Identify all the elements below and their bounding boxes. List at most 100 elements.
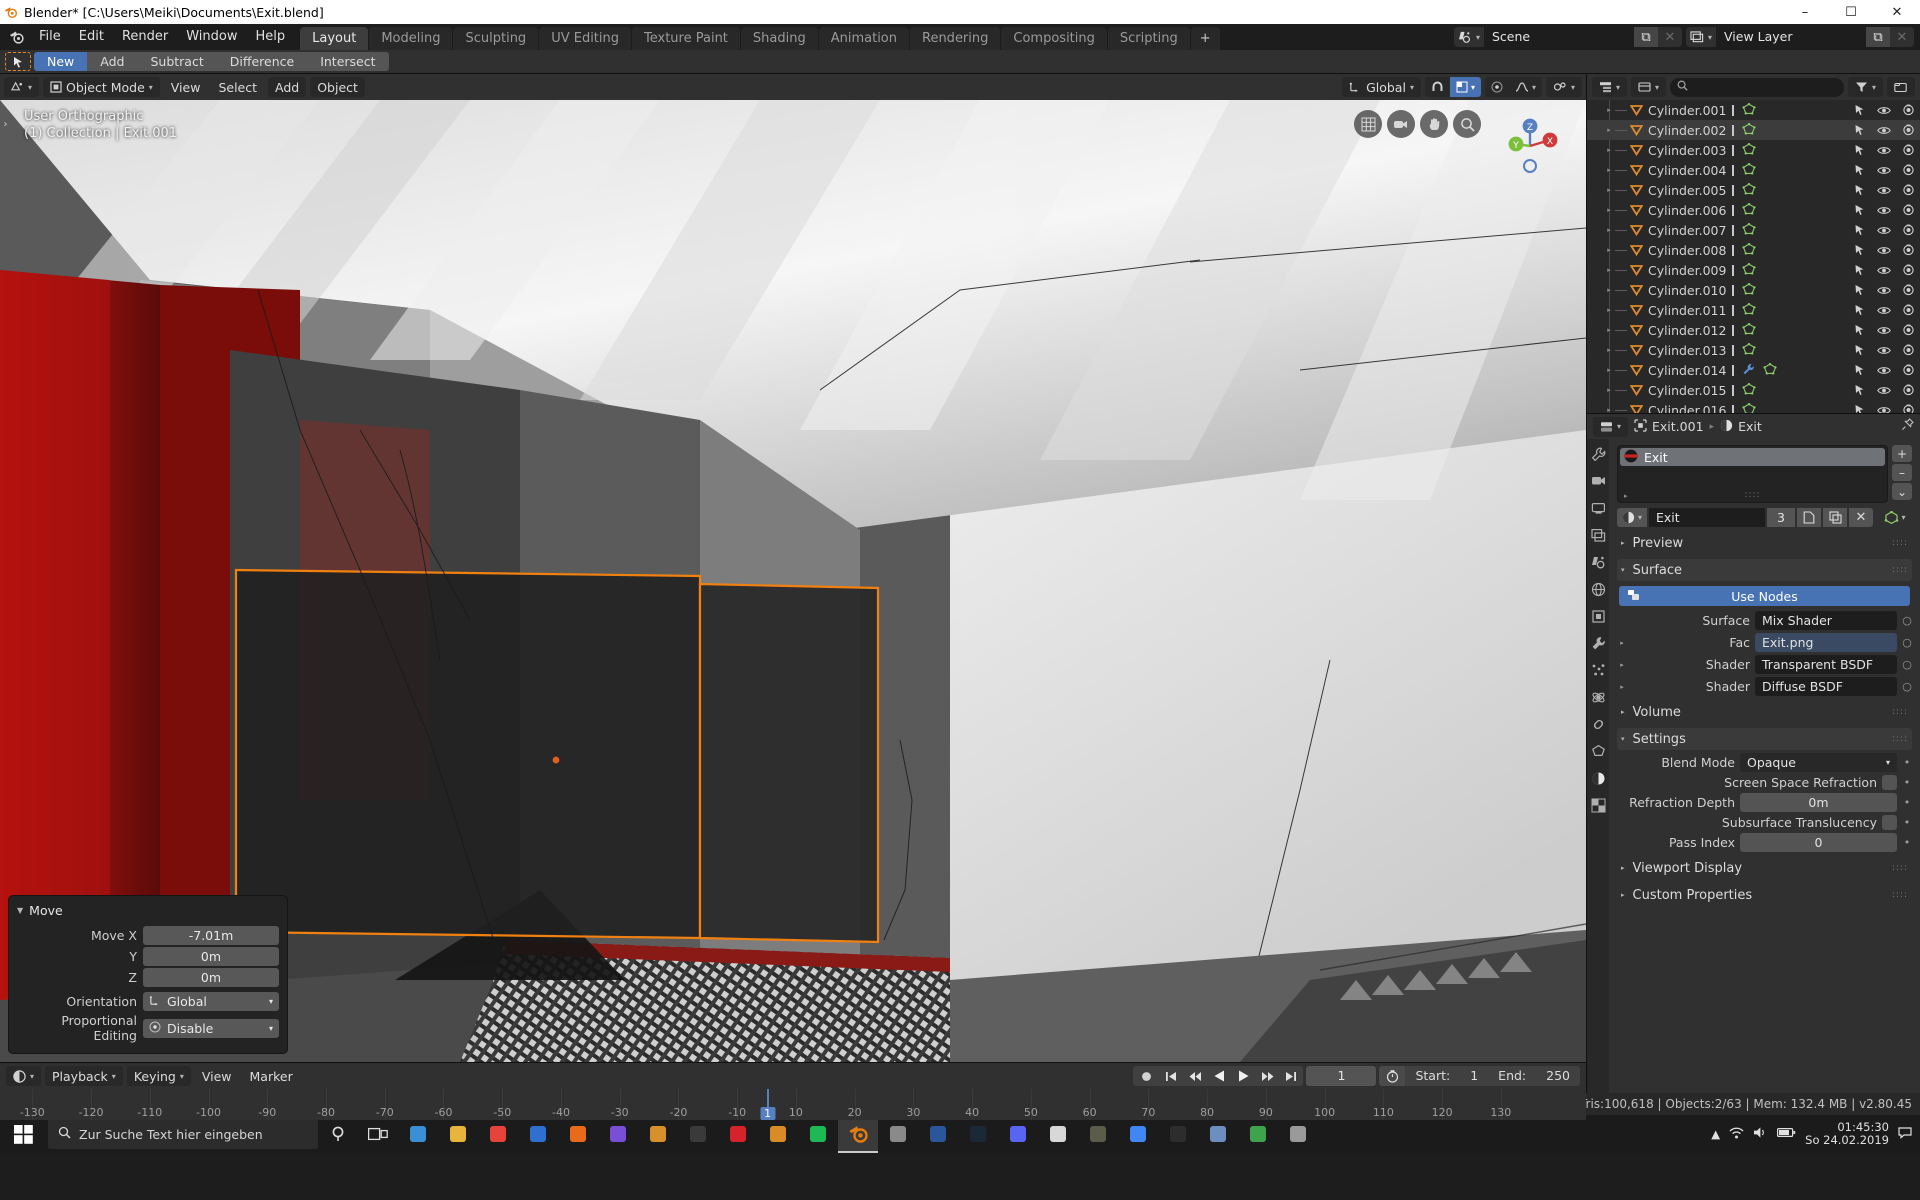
spotify-icon[interactable] bbox=[798, 1115, 838, 1153]
camera-render-icon[interactable] bbox=[1896, 404, 1920, 413]
refraction-depth-animate-dot[interactable]: • bbox=[1902, 796, 1912, 809]
eye-icon[interactable] bbox=[1872, 205, 1896, 216]
tool-icon[interactable] bbox=[1589, 445, 1607, 463]
auto-keyframe-icon[interactable] bbox=[1379, 1066, 1406, 1086]
start-frame-value[interactable]: 1 bbox=[1460, 1066, 1488, 1086]
outliner-search-input[interactable] bbox=[1670, 77, 1844, 97]
proportional-edit-icon[interactable] bbox=[1485, 77, 1509, 97]
select-arrow-icon[interactable] bbox=[1848, 404, 1872, 413]
properties-editor-icon[interactable]: ▾ bbox=[1593, 416, 1629, 437]
scene-unlink-button[interactable]: ✕ bbox=[1658, 27, 1682, 47]
eye-icon[interactable] bbox=[1872, 325, 1896, 336]
add-material-slot-button[interactable]: + bbox=[1892, 445, 1912, 462]
photos-icon[interactable] bbox=[638, 1115, 678, 1153]
close-button[interactable]: ✕ bbox=[1874, 0, 1920, 24]
editor-type-3dview-icon[interactable]: ▾ bbox=[4, 77, 40, 97]
viewlayer-name-field[interactable]: View Layer bbox=[1716, 27, 1866, 47]
section-settings[interactable]: ▾ Settings :::: bbox=[1617, 728, 1912, 750]
object-mode-selector[interactable]: Object Mode ▾ bbox=[43, 77, 160, 97]
expand-icon[interactable]: ▸ bbox=[1603, 346, 1615, 354]
eye-icon[interactable] bbox=[1872, 165, 1896, 176]
camera-render-icon[interactable] bbox=[1896, 344, 1920, 356]
pass-index-field[interactable]: 0 bbox=[1740, 833, 1897, 852]
outliner-row[interactable]: ▸ Cylinder.003 bbox=[1587, 140, 1920, 160]
timeline-menu-marker[interactable]: Marker bbox=[243, 1066, 300, 1086]
shader1-row-expand[interactable]: ▸ bbox=[1617, 661, 1627, 669]
eye-icon[interactable] bbox=[1872, 285, 1896, 296]
camera-render-icon[interactable] bbox=[1896, 124, 1920, 136]
smooth-falloff-icon[interactable]: ▾ bbox=[1509, 77, 1542, 97]
editor-icon[interactable] bbox=[1198, 1115, 1238, 1153]
blender-menu-logo-icon[interactable] bbox=[4, 29, 30, 45]
render-icon[interactable] bbox=[1589, 472, 1607, 490]
select-arrow-icon[interactable] bbox=[1848, 264, 1872, 276]
outliner-row[interactable]: ▸ Cylinder.014 bbox=[1587, 360, 1920, 380]
cursor-select-icon[interactable] bbox=[5, 52, 31, 71]
camera-render-icon[interactable] bbox=[1896, 284, 1920, 296]
remove-material-slot-button[interactable]: – bbox=[1892, 464, 1912, 481]
shader2-animate-dot[interactable]: ○ bbox=[1902, 680, 1912, 693]
menu-help[interactable]: Help bbox=[247, 26, 295, 48]
arrow-up-icon[interactable]: ▲ bbox=[1711, 1127, 1720, 1141]
battery-icon[interactable] bbox=[1777, 1127, 1796, 1141]
fac-value[interactable]: Exit.png bbox=[1755, 633, 1897, 652]
new-material-icon[interactable] bbox=[1797, 508, 1821, 527]
mesh-data-icon[interactable] bbox=[1742, 342, 1757, 358]
eye-icon[interactable] bbox=[1872, 385, 1896, 396]
outliner-row[interactable]: ▸ Cylinder.012 bbox=[1587, 320, 1920, 340]
move-y-field[interactable]: 0m bbox=[143, 947, 279, 966]
section-volume[interactable]: ▸ Volume :::: bbox=[1617, 701, 1912, 723]
scene-icon[interactable] bbox=[1589, 553, 1607, 571]
record-icon[interactable] bbox=[1133, 1071, 1159, 1082]
use-nodes-button[interactable]: Use Nodes bbox=[1619, 586, 1910, 606]
section-custom-properties[interactable]: ▸ Custom Properties :::: bbox=[1617, 884, 1912, 906]
csg-subtract-button[interactable]: Subtract bbox=[137, 52, 217, 71]
viewport-menu-add[interactable]: Add bbox=[268, 77, 307, 97]
slot-expand-icon[interactable]: ▸ bbox=[1624, 492, 1628, 500]
windows-start-icon[interactable] bbox=[0, 1115, 46, 1153]
fac-row-expand[interactable]: ▸ bbox=[1617, 639, 1627, 647]
section-preview[interactable]: ▸ Preview :::: bbox=[1617, 532, 1912, 554]
workspace-tab-shading[interactable]: Shading bbox=[740, 27, 818, 50]
shader2-value[interactable]: Diffuse BSDF bbox=[1755, 677, 1897, 696]
magnet-icon[interactable] bbox=[1425, 77, 1450, 97]
play-icon[interactable] bbox=[1231, 1070, 1255, 1082]
select-arrow-icon[interactable] bbox=[1848, 384, 1872, 396]
breadcrumb-object[interactable]: Exit.001 bbox=[1634, 418, 1704, 435]
gimp-icon[interactable] bbox=[1078, 1115, 1118, 1153]
modifier-icon[interactable] bbox=[1589, 634, 1607, 652]
scene-selector[interactable]: ▾ Scene ⧉ ✕ bbox=[1454, 27, 1682, 47]
current-frame-field[interactable]: 1 bbox=[1306, 1066, 1377, 1086]
eye-icon[interactable] bbox=[1872, 365, 1896, 376]
mesh-data-icon[interactable] bbox=[1742, 322, 1757, 338]
menu-render[interactable]: Render bbox=[113, 26, 177, 48]
navigation-gizmo[interactable]: Z X Y bbox=[1494, 110, 1566, 186]
workspace-tab-uv-editing[interactable]: UV Editing bbox=[539, 27, 632, 50]
camera-render-icon[interactable] bbox=[1896, 384, 1920, 396]
move-x-field[interactable]: -7.01m bbox=[143, 926, 279, 945]
firefox-icon[interactable] bbox=[558, 1115, 598, 1153]
workspace-tab-texture-paint[interactable]: Texture Paint bbox=[632, 27, 740, 50]
mesh-data-icon[interactable] bbox=[1763, 362, 1778, 378]
constraint-icon[interactable] bbox=[1589, 715, 1607, 733]
outliner-row[interactable]: ▸ Cylinder.011 bbox=[1587, 300, 1920, 320]
timeline-ruler[interactable]: -130 -120 -110 -100 -90 -80 -70 -60 -50 -40 -30 -20… bbox=[0, 1089, 1586, 1120]
eye-icon[interactable] bbox=[1872, 225, 1896, 236]
expand-icon[interactable]: ▸ bbox=[1603, 306, 1615, 314]
transform-orientation-selector[interactable]: Global ▾ bbox=[1342, 77, 1421, 97]
explorer-icon[interactable] bbox=[398, 1115, 438, 1153]
fac-animate-dot[interactable]: ○ bbox=[1902, 636, 1912, 649]
world-icon[interactable] bbox=[1589, 580, 1607, 598]
mesh-data-icon[interactable] bbox=[1742, 242, 1757, 258]
outliner-row[interactable]: ▸ Cylinder.016 bbox=[1587, 400, 1920, 413]
scene-name-field[interactable]: Scene bbox=[1484, 27, 1634, 47]
next-keyframe-icon[interactable] bbox=[1255, 1071, 1279, 1082]
select-arrow-icon[interactable] bbox=[1848, 344, 1872, 356]
scene-copy-button[interactable]: ⧉ bbox=[1634, 27, 1658, 47]
eye-icon[interactable] bbox=[1872, 405, 1896, 413]
outliner-list[interactable]: ▸ Cylinder.001 ▸ Cylinder.002 ▸ Cylinder.003 ▸… bbox=[1587, 100, 1920, 413]
task-view-icon[interactable] bbox=[358, 1115, 398, 1153]
workspace-tab-animation[interactable]: Animation bbox=[818, 27, 909, 50]
expand-icon[interactable]: ▸ bbox=[1603, 186, 1615, 194]
blend-mode-animate-dot[interactable]: • bbox=[1902, 756, 1912, 769]
